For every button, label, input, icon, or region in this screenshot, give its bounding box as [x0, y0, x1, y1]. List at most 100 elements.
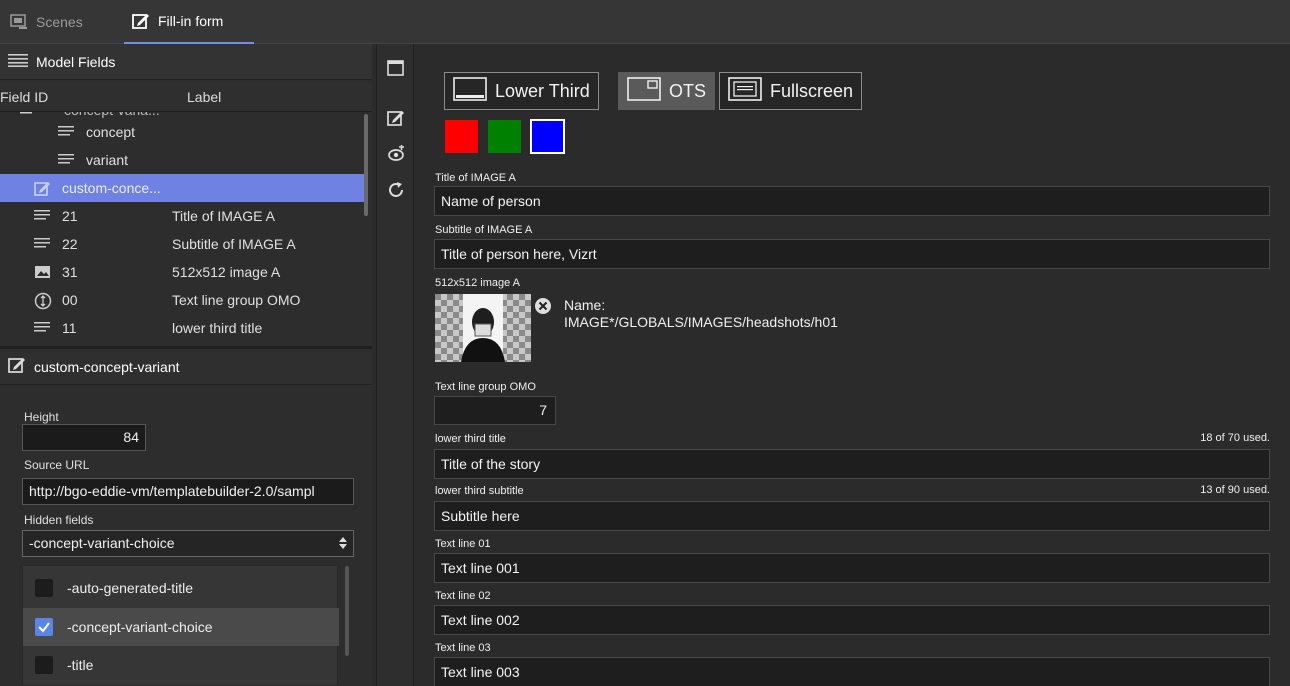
side-toolbar [376, 44, 414, 686]
remove-image-icon[interactable] [534, 297, 552, 318]
text-lines-icon [34, 208, 52, 225]
field-id: custom-conce... [62, 180, 161, 196]
number-circle-icon [34, 292, 52, 313]
fill-in-form: Lower Third OTS Fullscreen Title of IMAG… [416, 44, 1290, 686]
height-label: Height [24, 410, 59, 424]
lower-third-subtitle-count: 13 of 90 used. [1200, 484, 1270, 496]
tree-row[interactable]: 31 512x512 image A [0, 258, 368, 286]
field-id: 11 [62, 320, 77, 336]
text-line-03-input[interactable]: Text line 003 [434, 657, 1270, 686]
hidden-fields-list: -auto-generated-title -concept-variant-c… [22, 565, 349, 686]
tab-scenes-label: Scenes [36, 14, 83, 30]
refresh-icon[interactable] [386, 180, 406, 203]
edit-form-icon[interactable] [386, 108, 406, 131]
check-icon [38, 622, 50, 633]
tree-row[interactable]: 11 lower third title [0, 314, 368, 342]
option-label: -auto-generated-title [67, 580, 194, 596]
lower-third-icon [453, 76, 487, 107]
tree-row[interactable]: 00 Text line group OMO [0, 286, 368, 314]
text-line-03-label: Text line 03 [435, 642, 491, 654]
tab-fill-in-form-label: Fill-in form [158, 13, 224, 29]
variant-label: Lower Third [495, 80, 590, 101]
image-name-label: Name: [564, 297, 606, 313]
option-label: -concept-variant-choice [67, 619, 213, 635]
lower-third-subtitle-label: lower third subtitle [435, 485, 524, 497]
field-id: 31 [62, 264, 78, 280]
image-a-name: Name: IMAGE*/GLOBALS/IMAGES/headshots/h0… [564, 297, 838, 331]
option-label: -title [67, 657, 94, 673]
field-label: lower third title [172, 320, 263, 336]
hidden-fields-label: Hidden fields [24, 513, 94, 527]
text-lines-icon [34, 236, 52, 253]
hidden-fields-selected: -concept-variant-choice [29, 535, 175, 551]
field-id: 00 [62, 292, 78, 308]
checkbox-checked[interactable] [35, 618, 53, 636]
model-fields-header: Model Fields [0, 44, 372, 80]
checkbox[interactable] [35, 579, 53, 597]
list-item[interactable]: -title [23, 646, 339, 684]
variant-lower-third-button[interactable]: Lower Third [444, 72, 599, 110]
height-input[interactable]: 84 [22, 424, 146, 451]
properties-header: custom-concept-variant [0, 349, 372, 385]
field-label: Subtitle of IMAGE A [172, 236, 296, 252]
text-lines-icon [58, 124, 76, 141]
list-icon [8, 53, 28, 70]
ots-icon [627, 76, 661, 107]
tree-row[interactable]: variant [0, 146, 368, 174]
tree-row[interactable]: 22 Subtitle of IMAGE A [0, 230, 368, 258]
column-field-id[interactable]: Field ID [0, 89, 48, 105]
model-fields-columns: Field ID Label [0, 82, 372, 112]
hidden-fields-select[interactable]: -concept-variant-choice [22, 530, 354, 557]
list-item[interactable]: -concept-variant-choice [23, 608, 339, 646]
subtitle-a-input[interactable]: Title of person here, Vizrt [434, 239, 1270, 269]
text-line-01-label: Text line 01 [435, 538, 491, 550]
model-fields-tree: concept-varia... concept variant custom-… [0, 112, 368, 346]
field-id: variant [86, 152, 129, 168]
lower-third-title-label: lower third title [435, 433, 506, 445]
subtitle-a-label: Subtitle of IMAGE A [435, 224, 533, 236]
column-label[interactable]: Label [187, 89, 221, 105]
source-url-label: Source URL [24, 458, 90, 472]
color-swatch-green[interactable] [488, 120, 521, 153]
tree-row[interactable]: concept [0, 118, 368, 146]
field-id: concept [86, 124, 136, 140]
image-a-thumbnail[interactable] [435, 294, 531, 362]
omo-input[interactable]: 7 [434, 396, 556, 425]
model-fields-title: Model Fields [36, 53, 116, 70]
variant-fullscreen-button[interactable]: Fullscreen [719, 72, 863, 110]
color-swatch-red[interactable] [445, 120, 478, 153]
lower-third-title-count: 18 of 70 used. [1200, 432, 1270, 444]
preview-eye-icon[interactable] [386, 144, 406, 167]
window-icon[interactable] [386, 58, 406, 81]
list-scrollbar[interactable] [345, 566, 349, 656]
lower-third-subtitle-input[interactable]: Subtitle here [434, 501, 1270, 531]
tree-row[interactable]: 21 Title of IMAGE A [0, 202, 368, 230]
field-id: 21 [62, 208, 78, 224]
edit-form-icon [132, 12, 150, 30]
fullscreen-icon [728, 76, 762, 107]
list-item[interactable]: -auto-generated-title [23, 569, 339, 607]
select-updown-icon [339, 536, 347, 553]
field-label: Text line group OMO [172, 292, 301, 308]
text-line-02-input[interactable]: Text line 002 [434, 605, 1270, 635]
omo-label: Text line group OMO [435, 381, 536, 393]
image-path: IMAGE*/GLOBALS/IMAGES/headshots/h01 [564, 314, 838, 330]
lower-third-title-input[interactable]: Title of the story [434, 449, 1270, 479]
text-line-01-input[interactable]: Text line 001 [434, 553, 1270, 583]
field-label: Title of IMAGE A [172, 208, 275, 224]
variant-ots-button[interactable]: OTS [618, 72, 716, 110]
field-id: 22 [62, 236, 78, 252]
variant-label: OTS [669, 80, 707, 101]
title-a-label: Title of IMAGE A [435, 172, 516, 184]
source-url-input[interactable]: http://bgo-eddie-vm/templatebuilder-2.0/… [22, 478, 354, 505]
tab-fill-in-form[interactable]: Fill-in form [124, 0, 254, 44]
text-lines-icon [58, 152, 76, 169]
tab-scenes[interactable]: Scenes [10, 0, 83, 44]
tree-row-selected[interactable]: custom-conce... [0, 174, 368, 202]
title-a-input[interactable]: Name of person [434, 186, 1270, 216]
checkbox[interactable] [35, 656, 53, 674]
color-swatch-blue[interactable] [530, 119, 565, 154]
field-label: 512x512 image A [172, 264, 281, 280]
tree-scrollbar[interactable] [364, 114, 368, 216]
text-lines-icon [34, 320, 52, 337]
